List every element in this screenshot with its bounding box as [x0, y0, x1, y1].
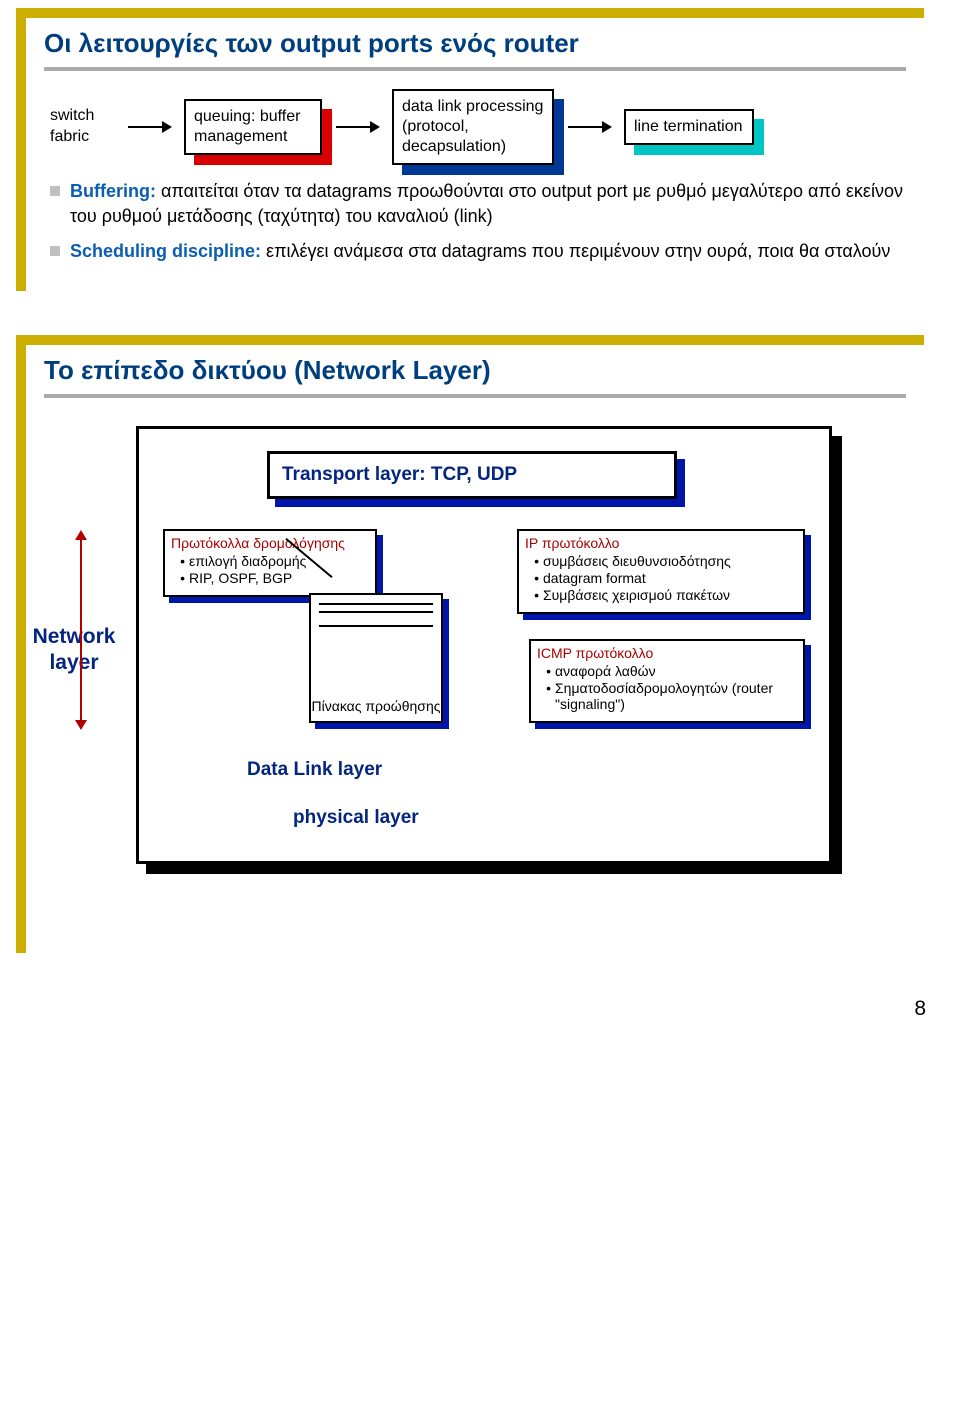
ip-items: συμβάσεις διευθυνσιοδότησης datagram for…	[539, 553, 797, 603]
slide-title-bar: Οι λειτουργίες των output ports ενός rou…	[44, 28, 906, 71]
network-layer-diagram: Network layer Transport layer: TCP, UDP …	[136, 426, 900, 864]
icmp-item: αναφορά λαθών	[551, 663, 797, 679]
icmp-protocol-panel: ICMP πρωτόκολλο αναφορά λαθών Σηματοδοσί…	[529, 639, 805, 723]
ip-item: Συμβάσεις χειρισμού πακέτων	[539, 587, 797, 603]
pipeline-left-label: switch fabric	[50, 106, 114, 148]
buffering-lead: Buffering:	[70, 181, 156, 201]
arrow-icon	[336, 126, 378, 128]
buffering-text: απαιτείται όταν τα datagrams προωθούνται…	[70, 181, 903, 226]
routing-item: επιλογή διαδρομής	[185, 553, 369, 569]
arrow-icon	[128, 126, 170, 128]
bullet-buffering: Buffering: απαιτείται όταν τα datagrams …	[50, 179, 906, 229]
scheduling-lead: Scheduling discipline:	[70, 241, 261, 261]
ip-protocol-panel: IP πρωτόκολλο συμβάσεις διευθυνσιοδότηση…	[517, 529, 805, 614]
icmp-items: αναφορά λαθών Σηματοδοσίαδρομολογητών (r…	[551, 663, 797, 712]
ip-item: datagram format	[539, 570, 797, 586]
transport-layer-box: Transport layer: TCP, UDP	[267, 451, 677, 499]
switch-label: switch	[50, 106, 114, 127]
routing-protocols-panel: Πρωτόκολλα δρομολόγησης επιλογή διαδρομή…	[163, 529, 377, 597]
forwarding-table-caption: Πίνακας προώθησης	[311, 698, 441, 715]
queuing-text: queuing: buffer management	[184, 99, 322, 155]
network-layer-side-label: Network layer	[28, 624, 120, 677]
icmp-title: ICMP πρωτόκολλο	[537, 645, 797, 661]
page-number: 8	[0, 997, 926, 1021]
fabric-label: fabric	[50, 127, 114, 148]
routing-items: επιλογή διαδρομής RIP, OSPF, BGP	[185, 553, 369, 586]
slide-output-ports: Οι λειτουργίες των output ports ενός rou…	[16, 8, 924, 291]
bullet-scheduling: Scheduling discipline: επιλέγει ανάμεσα …	[50, 239, 906, 264]
slide1-bullets: Buffering: απαιτείται όταν τα datagrams …	[44, 179, 906, 265]
routing-item: RIP, OSPF, BGP	[185, 570, 369, 586]
arrow-icon	[568, 126, 610, 128]
bullet-icon	[50, 186, 60, 196]
line-term-text: line termination	[624, 109, 754, 145]
slide-network-layer: Το επίπεδο δικτύου (Network Layer) Netwo…	[16, 335, 924, 953]
extent-arrow-icon	[80, 532, 82, 728]
ip-title: IP πρωτόκολλο	[525, 535, 797, 551]
slide-title-bar: Το επίπεδο δικτύου (Network Layer)	[44, 355, 906, 398]
datalink-box: data link processing (protocol, decapsul…	[392, 89, 554, 165]
routing-title: Πρωτόκολλα δρομολόγησης	[171, 535, 369, 551]
output-port-pipeline: switch fabric queuing: buffer management…	[50, 89, 906, 165]
ip-item: συμβάσεις διευθυνσιοδότησης	[539, 553, 797, 569]
physical-layer-label: physical layer	[293, 807, 419, 829]
datalink-text: data link processing (protocol, decapsul…	[392, 89, 554, 165]
icmp-item: Σηματοδοσίαδρομολογητών (router "signali…	[551, 680, 797, 712]
scheduling-text: επιλέγει ανάμεσα στα datagrams που περιμ…	[266, 241, 890, 261]
table-icon	[319, 603, 433, 627]
slide-title: Οι λειτουργίες των output ports ενός rou…	[44, 28, 906, 59]
net-stack-box: Transport layer: TCP, UDP Πρωτόκολλα δρο…	[136, 426, 832, 864]
bullet-icon	[50, 246, 60, 256]
queuing-box: queuing: buffer management	[184, 99, 322, 155]
line-term-box: line termination	[624, 109, 754, 145]
forwarding-table-panel: Πίνακας προώθησης	[309, 593, 443, 723]
slide-title: Το επίπεδο δικτύου (Network Layer)	[44, 355, 906, 386]
data-link-layer-label: Data Link layer	[247, 759, 382, 781]
